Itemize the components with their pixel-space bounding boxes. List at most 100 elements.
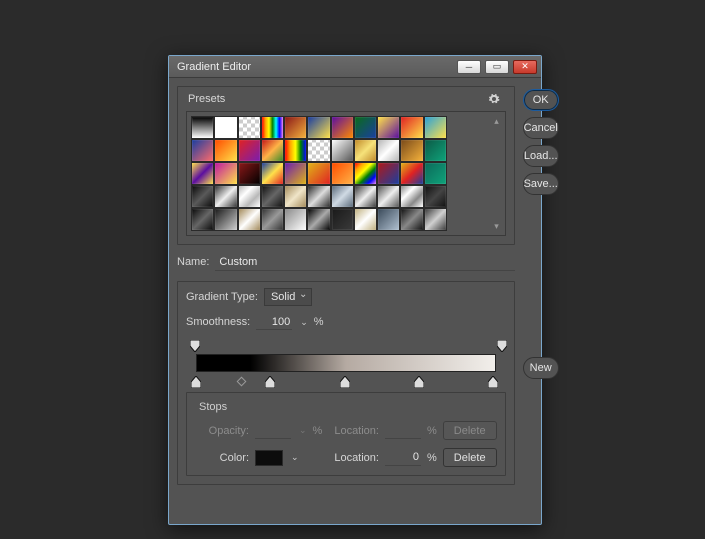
- gradient-editor-dialog: Gradient Editor ─ ▭ ✕ Presets ▴ ▾: [168, 55, 542, 525]
- gradient-type-value: Solid: [271, 291, 295, 303]
- preset-swatch[interactable]: [307, 116, 330, 139]
- preset-swatch[interactable]: [400, 116, 423, 139]
- color-swatch[interactable]: [255, 450, 283, 466]
- preset-swatch[interactable]: [261, 208, 284, 231]
- preset-swatch[interactable]: [354, 116, 377, 139]
- preset-swatch[interactable]: [354, 139, 377, 162]
- save-button[interactable]: Save...: [523, 173, 559, 195]
- color-delete-button[interactable]: Delete: [443, 448, 497, 467]
- gradient-bar-area: [186, 340, 506, 388]
- opacity-location-label: Location:: [334, 425, 379, 437]
- preset-swatch[interactable]: [307, 185, 330, 208]
- preset-swatch[interactable]: [331, 185, 354, 208]
- preset-swatch[interactable]: [400, 162, 423, 185]
- preset-swatch[interactable]: [238, 208, 261, 231]
- color-stop[interactable]: [265, 376, 275, 388]
- name-input[interactable]: [215, 253, 514, 271]
- preset-swatch[interactable]: [191, 208, 214, 231]
- preset-swatch[interactable]: [377, 162, 400, 185]
- presets-panel: Presets ▴ ▾: [177, 86, 515, 245]
- preset-swatch[interactable]: [238, 185, 261, 208]
- minimize-button[interactable]: ─: [457, 60, 481, 74]
- percent-label-4: %: [427, 452, 437, 464]
- preset-swatch[interactable]: [261, 185, 284, 208]
- color-location-label: Location:: [334, 452, 379, 464]
- midpoint-handle[interactable]: [236, 377, 246, 387]
- scroll-up-icon[interactable]: ▴: [492, 116, 502, 126]
- titlebar[interactable]: Gradient Editor ─ ▭ ✕: [169, 56, 541, 78]
- preset-swatch[interactable]: [261, 139, 284, 162]
- preset-scrollbar[interactable]: ▴ ▾: [492, 116, 502, 231]
- preset-swatch[interactable]: [307, 139, 330, 162]
- preset-swatch[interactable]: [214, 116, 237, 139]
- window-title: Gradient Editor: [177, 61, 251, 73]
- gradient-type-select[interactable]: Solid: [264, 288, 312, 306]
- new-button[interactable]: New: [523, 357, 559, 379]
- preset-swatch[interactable]: [377, 208, 400, 231]
- preset-swatch[interactable]: [424, 139, 447, 162]
- preset-swatch[interactable]: [377, 139, 400, 162]
- preset-swatch[interactable]: [191, 116, 214, 139]
- color-stop[interactable]: [414, 376, 424, 388]
- preset-swatch[interactable]: [424, 185, 447, 208]
- preset-swatch[interactable]: [354, 208, 377, 231]
- preset-swatch[interactable]: [261, 116, 284, 139]
- preset-swatch[interactable]: [191, 139, 214, 162]
- chevron-down-icon[interactable]: ⌄: [289, 452, 299, 463]
- preset-swatch[interactable]: [400, 208, 423, 231]
- preset-swatch[interactable]: [191, 185, 214, 208]
- preset-swatch[interactable]: [261, 162, 284, 185]
- preset-swatch[interactable]: [400, 139, 423, 162]
- preset-swatch[interactable]: [214, 208, 237, 231]
- color-stop[interactable]: [488, 376, 498, 388]
- preset-swatch[interactable]: [331, 139, 354, 162]
- preset-swatch[interactable]: [400, 185, 423, 208]
- preset-swatch[interactable]: [307, 208, 330, 231]
- smoothness-input[interactable]: [256, 314, 292, 330]
- preset-swatch[interactable]: [377, 185, 400, 208]
- preset-swatch[interactable]: [191, 162, 214, 185]
- preset-swatch[interactable]: [354, 162, 377, 185]
- preset-swatch[interactable]: [331, 162, 354, 185]
- presets-label: Presets: [188, 93, 225, 105]
- preset-swatch[interactable]: [214, 185, 237, 208]
- chevron-down-icon[interactable]: ⌄: [298, 317, 308, 328]
- stops-panel: Stops Opacity: ⌄ % Location: % Delete Co…: [186, 392, 506, 476]
- preset-swatch[interactable]: [214, 162, 237, 185]
- preset-swatch[interactable]: [238, 116, 261, 139]
- cancel-button[interactable]: Cancel: [523, 117, 559, 139]
- preset-swatch[interactable]: [307, 162, 330, 185]
- preset-swatch[interactable]: [284, 185, 307, 208]
- preset-swatch[interactable]: [424, 116, 447, 139]
- color-label: Color:: [195, 452, 249, 464]
- percent-label-1: %: [314, 316, 324, 328]
- opacity-label: Opacity:: [195, 425, 249, 437]
- close-button[interactable]: ✕: [513, 60, 537, 74]
- color-stop[interactable]: [340, 376, 350, 388]
- color-stop[interactable]: [191, 376, 201, 388]
- preset-swatch[interactable]: [424, 208, 447, 231]
- maximize-button[interactable]: ▭: [485, 60, 509, 74]
- preset-swatch[interactable]: [238, 139, 261, 162]
- load-button[interactable]: Load...: [523, 145, 559, 167]
- gradient-bar[interactable]: [196, 354, 496, 372]
- preset-swatch[interactable]: [238, 162, 261, 185]
- opacity-stop[interactable]: [497, 340, 507, 352]
- gradient-panel: Gradient Type: Solid Smoothness: ⌄ %: [177, 281, 515, 485]
- preset-swatch[interactable]: [284, 162, 307, 185]
- preset-swatch[interactable]: [284, 139, 307, 162]
- preset-swatch[interactable]: [377, 116, 400, 139]
- preset-swatch[interactable]: [331, 208, 354, 231]
- color-location-input[interactable]: [385, 450, 421, 466]
- preset-swatch[interactable]: [284, 208, 307, 231]
- preset-swatch[interactable]: [354, 185, 377, 208]
- scroll-down-icon[interactable]: ▾: [492, 221, 502, 231]
- preset-swatch[interactable]: [284, 116, 307, 139]
- percent-label-3: %: [427, 425, 437, 437]
- preset-swatch[interactable]: [214, 139, 237, 162]
- ok-button[interactable]: OK: [523, 89, 559, 111]
- gear-icon[interactable]: [488, 93, 500, 105]
- opacity-stop[interactable]: [190, 340, 200, 352]
- preset-swatch[interactable]: [424, 162, 447, 185]
- preset-swatch[interactable]: [331, 116, 354, 139]
